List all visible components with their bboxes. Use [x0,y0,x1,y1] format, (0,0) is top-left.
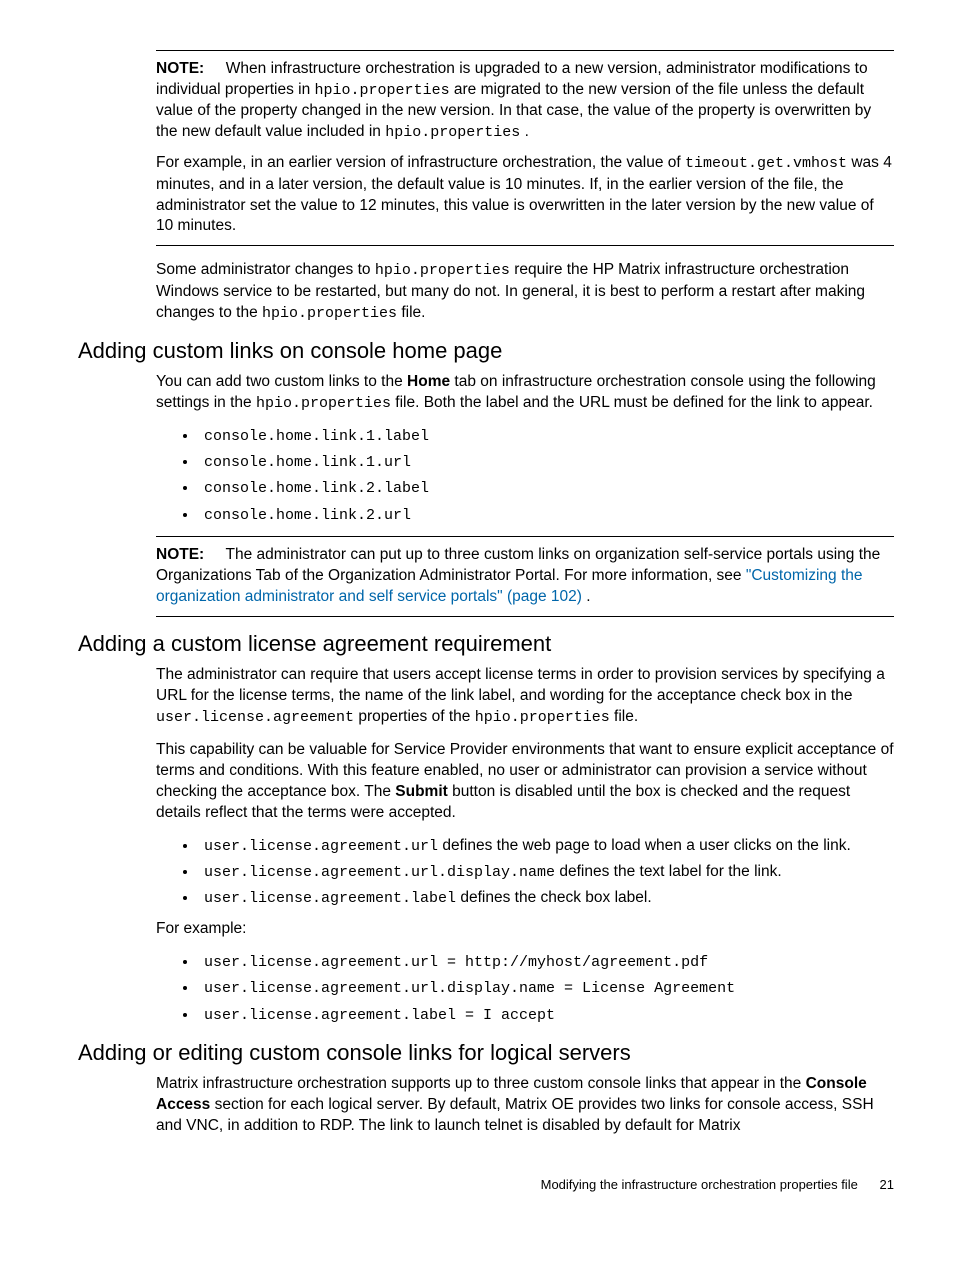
list-item: console.home.link.1.url [198,452,894,473]
property-list: console.home.link.1.label console.home.l… [156,426,894,526]
list-item: console.home.link.1.label [198,426,894,447]
body-text: file. [401,304,425,321]
note-block-portals: NOTE: The administrator can put up to th… [156,536,894,617]
code-inline: user.license.agreement.label = I accept [204,1007,555,1024]
body-text: You can add two custom links to the [156,373,407,390]
code-inline: user.license.agreement.url.display.name [204,864,555,881]
code-inline: user.license.agreement.label [204,890,456,907]
body-text: section for each logical server. By defa… [156,1096,874,1134]
note-block-upgrade: NOTE: When infrastructure orchestration … [156,50,894,246]
section-heading-license: Adding a custom license agreement requir… [78,631,894,657]
note-text: . [525,123,529,140]
list-item: console.home.link.2.url [198,505,894,526]
body-text: file. Both the label and the URL must be… [395,394,873,411]
document-page: NOTE: When infrastructure orchestration … [0,0,954,1232]
code-inline: hpio.properties [256,395,391,412]
body-text: file. [614,708,638,725]
list-item: user.license.agreement.url = http://myho… [198,952,894,973]
code-inline: hpio.properties [262,305,397,322]
code-inline: user.license.agreement.url.display.name … [204,980,735,997]
code-inline: user.license.agreement [156,709,354,726]
list-item: user.license.agreement.url defines the w… [198,836,894,857]
code-inline: console.home.link.1.url [204,454,411,471]
body-paragraph: You can add two custom links to the Home… [156,372,894,414]
code-inline: hpio.properties [315,82,450,99]
code-inline: console.home.link.1.label [204,428,429,445]
code-inline: hpio.properties [375,262,510,279]
section-heading-custom-links: Adding custom links on console home page [78,338,894,364]
bold-text: Home [407,373,450,390]
bold-text: Submit [395,783,448,800]
list-item: user.license.agreement.url.display.name … [198,862,894,883]
note-text: For example, in an earlier version of in… [156,154,685,171]
body-text: The administrator can require that users… [156,666,885,704]
list-item: user.license.agreement.url.display.name … [198,978,894,999]
body-text: Matrix infrastructure orchestration supp… [156,1075,806,1092]
list-item: console.home.link.2.label [198,478,894,499]
note-lead: NOTE: [156,60,204,77]
code-inline: console.home.link.2.url [204,507,411,524]
list-item: user.license.agreement.label defines the… [198,888,894,909]
code-inline: hpio.properties [475,709,610,726]
body-text: Some administrator changes to [156,261,375,278]
body-text: defines the web page to load when a user… [438,837,851,854]
property-list: user.license.agreement.url defines the w… [156,836,894,910]
body-paragraph: The administrator can require that users… [156,665,894,728]
body-text: defines the text label for the link. [555,863,782,880]
body-paragraph: Matrix infrastructure orchestration supp… [156,1074,894,1137]
example-label: For example: [156,919,894,940]
list-item: user.license.agreement.label = I accept [198,1005,894,1026]
code-inline: timeout.get.vmhost [685,155,847,172]
section-heading-console-links: Adding or editing custom console links f… [78,1040,894,1066]
note-lead: NOTE: [156,546,204,563]
note-text: . [586,588,590,605]
body-paragraph: Some administrator changes to hpio.prope… [156,260,894,323]
footer-text: Modifying the infrastructure orchestrati… [541,1177,858,1192]
code-inline: user.license.agreement.url = http://myho… [204,954,708,971]
example-list: user.license.agreement.url = http://myho… [156,952,894,1026]
body-text: defines the check box label. [456,889,652,906]
page-footer: Modifying the infrastructure orchestrati… [78,1177,894,1192]
page-number: 21 [880,1177,894,1192]
body-text: properties of the [358,708,474,725]
code-inline: hpio.properties [385,124,520,141]
code-inline: user.license.agreement.url [204,838,438,855]
code-inline: console.home.link.2.label [204,480,429,497]
body-paragraph: This capability can be valuable for Serv… [156,740,894,824]
